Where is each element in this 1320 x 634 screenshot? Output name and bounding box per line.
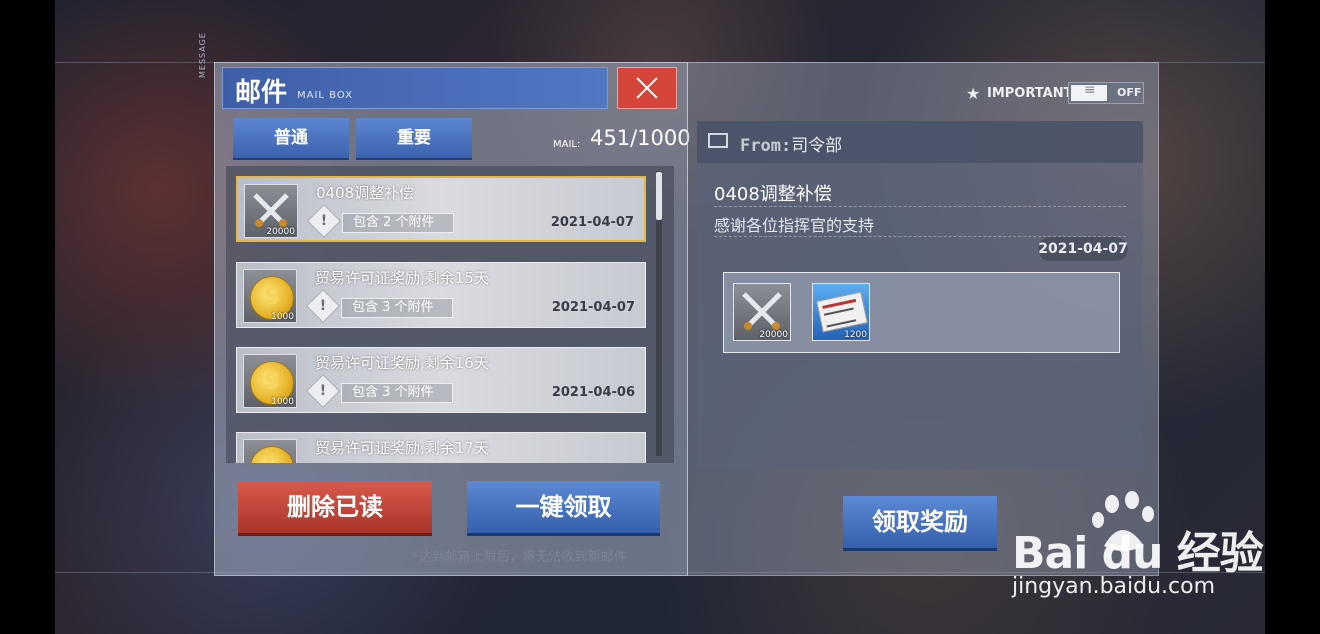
mailbox-subtitle: MAIL BOX: [297, 90, 353, 101]
mail-date: 2021-04-07: [550, 215, 634, 230]
gold-coin-icon: 1000: [243, 439, 297, 463]
message-side-tag: MESSAGE: [198, 32, 207, 78]
attachment-count: 包含 2 个附件: [342, 213, 454, 233]
mailbox-title-bar: 邮件 MAIL BOX: [222, 67, 608, 109]
left-letterbox: [0, 0, 55, 634]
detail-title: 0408调整补偿: [714, 184, 832, 205]
alert-icon: !: [306, 289, 340, 323]
watermark-brand: Bai du 经验: [1012, 528, 1264, 579]
alert-icon: !: [307, 204, 341, 238]
sender: From:司令部: [740, 131, 842, 156]
mail-title: 贸易许可证奖励,剩余15天: [315, 269, 489, 287]
toggle-knob[interactable]: [1071, 82, 1107, 101]
mail-item[interactable]: 1000 贸易许可证奖励,剩余17天: [236, 432, 646, 463]
chat-bubble-icon: [708, 133, 728, 148]
scrollbar-thumb[interactable]: [656, 172, 662, 220]
right-letterbox: [1265, 0, 1320, 634]
claim-all-button[interactable]: 一键领取: [467, 481, 660, 536]
star-icon: ★: [966, 84, 981, 103]
mail-title: 0408调整补偿: [316, 184, 415, 202]
attachment-count: 包含 3 个附件: [341, 383, 453, 403]
crossed-swords-icon[interactable]: 20000: [733, 283, 791, 341]
important-toggle[interactable]: OFF: [1068, 82, 1144, 104]
mail-item[interactable]: 1000 贸易许可证奖励,剩余16天 ! 包含 3 个附件 2021-04-06: [236, 347, 646, 413]
detail-date: 2021-04-07: [1038, 237, 1128, 261]
gold-coin-icon: 1000: [243, 269, 297, 323]
claim-reward-button[interactable]: 领取奖励: [843, 496, 997, 551]
mail-title: 贸易许可证奖励,剩余16天: [315, 354, 489, 372]
mail-item[interactable]: 20000 0408调整补偿 ! 包含 2 个附件 2021-04-07: [236, 176, 646, 242]
document-icon[interactable]: 1200: [812, 283, 870, 341]
delete-read-button[interactable]: 删除已读: [238, 481, 432, 536]
important-label: IMPORTANT: [987, 86, 1073, 101]
mail-date: 2021-04-07: [551, 300, 635, 315]
sender-prefix: From:: [740, 136, 792, 156]
mail-list-clip: 1000 贸易许可证奖励,剩余17天: [236, 432, 646, 463]
mail-date: 2021-04-06: [551, 385, 635, 400]
detail-body-text: 感谢各位指挥官的支持: [714, 216, 875, 235]
mailbox-title: 邮件: [235, 78, 288, 108]
item-quantity: 1000: [271, 312, 294, 322]
mail-count-label: MAIL:: [553, 139, 581, 150]
mail-count: 451/1000: [590, 126, 691, 150]
gold-coin-icon: 1000: [243, 354, 297, 408]
item-quantity: 1000: [271, 397, 294, 407]
mail-item[interactable]: 1000 贸易许可证奖励,剩余15天 ! 包含 3 个附件 2021-04-07: [236, 262, 646, 328]
mail-title: 贸易许可证奖励,剩余17天: [315, 439, 489, 457]
toggle-state: OFF: [1117, 86, 1142, 99]
attachment-count: 包含 3 个附件: [341, 298, 453, 318]
close-button[interactable]: [617, 67, 677, 109]
sender-name: 司令部: [791, 136, 843, 156]
tab-important[interactable]: 重要: [356, 118, 472, 160]
divider: [714, 206, 1126, 207]
item-quantity: 20000: [266, 227, 295, 237]
mailbox-limit-notice: *达到邮箱上限后，将无法收到新邮件: [412, 550, 627, 565]
watermark-url: jingyan.baidu.com: [1012, 574, 1216, 599]
reward-quantity: 1200: [844, 330, 867, 340]
tab-normal[interactable]: 普通: [233, 118, 349, 160]
crossed-swords-icon: 20000: [244, 184, 298, 238]
reward-quantity: 20000: [759, 330, 788, 340]
alert-icon: !: [306, 374, 340, 408]
